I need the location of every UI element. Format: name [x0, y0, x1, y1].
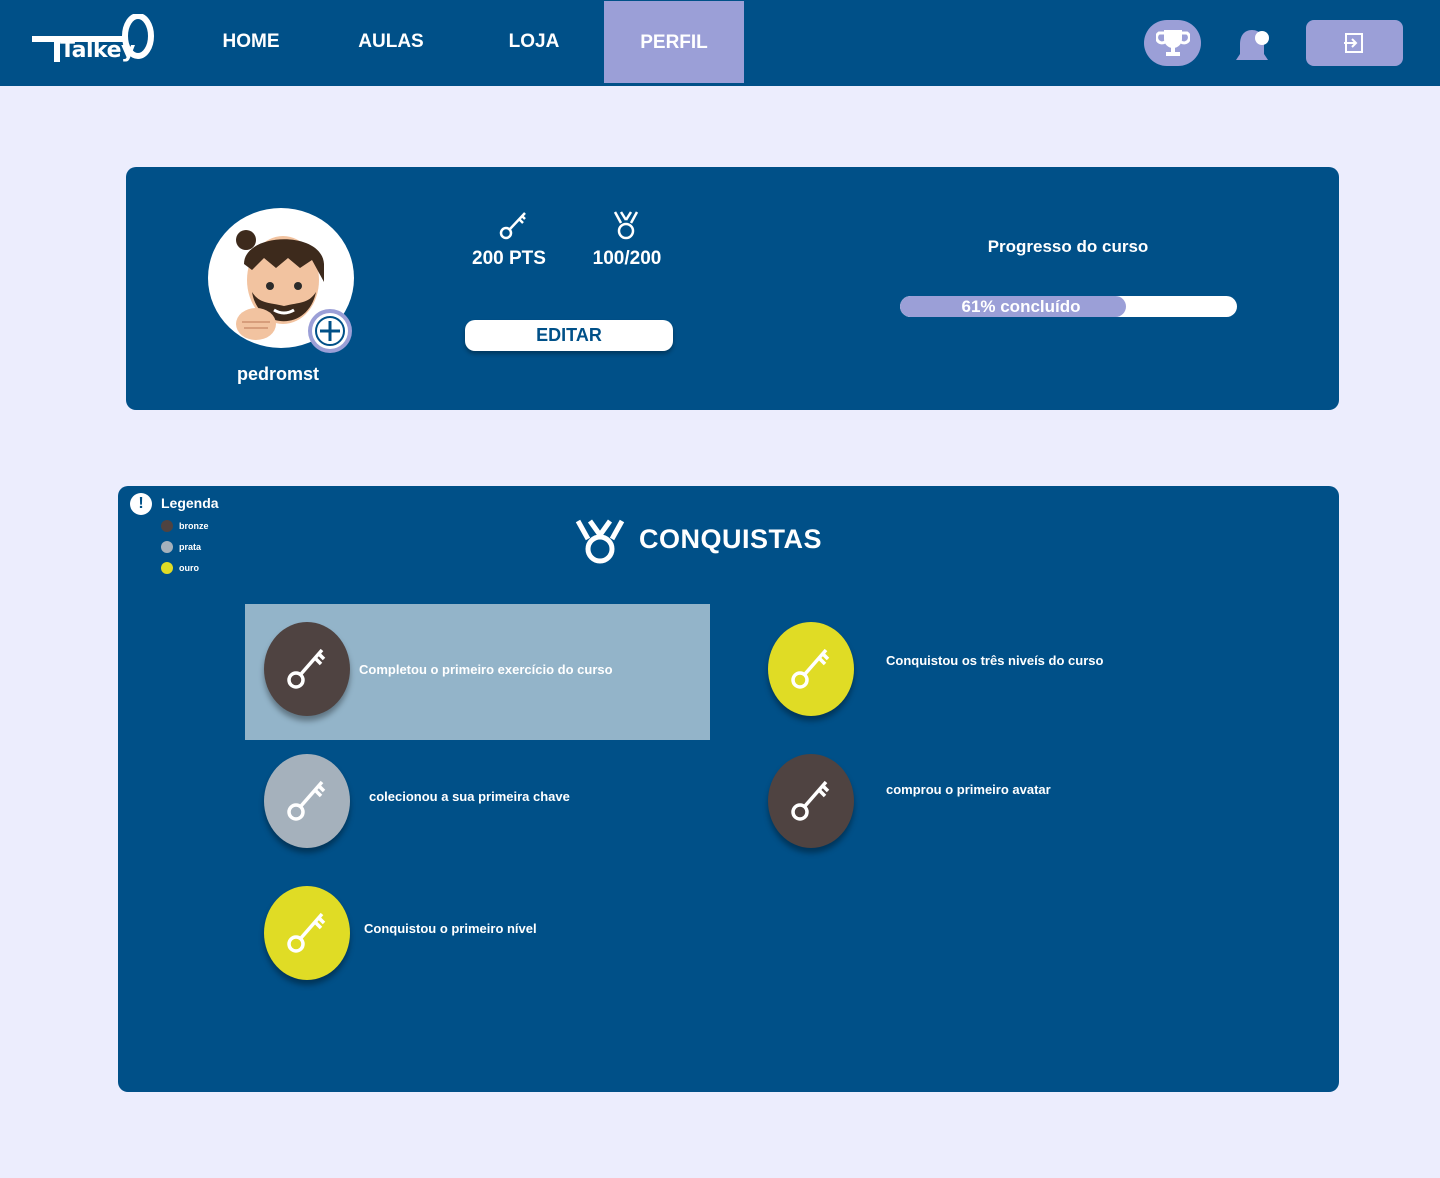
key-icon	[791, 780, 830, 821]
nav-loja[interactable]: LOJA	[494, 0, 574, 84]
progress-title: Progresso do curso	[987, 237, 1149, 256]
achievement-label: Conquistou o primeiro nível	[364, 921, 537, 936]
legend-title: Legenda	[161, 495, 219, 511]
achievements-card: ! Legenda bronze prata ouro CONQUISTAS C…	[118, 486, 1339, 1092]
trophy-button[interactable]	[1144, 20, 1201, 66]
legend-dot-prata	[161, 541, 173, 553]
alert-icon: !	[130, 493, 152, 515]
plus-icon	[315, 316, 345, 346]
medal-icon	[613, 211, 639, 240]
edit-profile-button[interactable]: EDITAR	[465, 320, 673, 351]
add-avatar-button[interactable]	[308, 309, 352, 353]
top-navbar: Talkey HOME AULAS LOJA PERFIL	[0, 0, 1440, 86]
achievement-medal[interactable]	[768, 622, 854, 716]
legend-dot-bronze	[161, 520, 173, 532]
achievement-medal[interactable]	[264, 622, 350, 716]
achievement-label: colecionou a sua primeira chave	[369, 789, 570, 804]
achievement-label: comprou o primeiro avatar	[886, 782, 1051, 797]
achievement-medal[interactable]	[264, 886, 350, 980]
achievements-title: CONQUISTAS	[639, 524, 823, 554]
nav-aulas[interactable]: AULAS	[348, 0, 434, 84]
legend-label-ouro: ouro	[179, 563, 199, 573]
achievement-medal[interactable]	[768, 754, 854, 848]
key-icon	[791, 648, 830, 689]
medals-value: 100/200	[592, 248, 662, 269]
username: pedromst	[236, 364, 319, 384]
legend-dot-ouro	[161, 562, 173, 574]
achievement-label: Conquistou os três niveís do curso	[886, 653, 1104, 668]
nav-home[interactable]: HOME	[210, 0, 292, 84]
key-icon	[287, 780, 326, 821]
achievement-medal[interactable]	[264, 754, 350, 848]
progress-label: 61% concluído	[961, 297, 1081, 316]
legend-label-prata: prata	[179, 542, 202, 552]
key-icon	[287, 648, 326, 689]
talkey-logo[interactable]: Talkey	[32, 14, 156, 68]
nav-perfil[interactable]: PERFIL	[604, 1, 744, 83]
medal-title-icon	[575, 519, 625, 564]
bell-icon	[1236, 30, 1269, 60]
course-progress-bar: 61% concluído	[900, 296, 1237, 317]
logo-text: Talkey	[60, 38, 135, 63]
achievement-label: Completou o primeiro exercício do curso	[359, 662, 613, 677]
logout-icon	[1344, 33, 1363, 53]
key-icon	[499, 212, 526, 240]
points-value: 200 PTS	[472, 248, 546, 269]
trophy-icon	[1156, 30, 1190, 56]
key-icon	[287, 912, 326, 953]
legend-label-bronze: bronze	[179, 521, 209, 531]
notifications-button[interactable]	[1234, 24, 1274, 69]
profile-card: pedromst 200 PTS 100/200 EDITAR Progress…	[126, 167, 1339, 410]
logout-button[interactable]	[1306, 20, 1403, 66]
